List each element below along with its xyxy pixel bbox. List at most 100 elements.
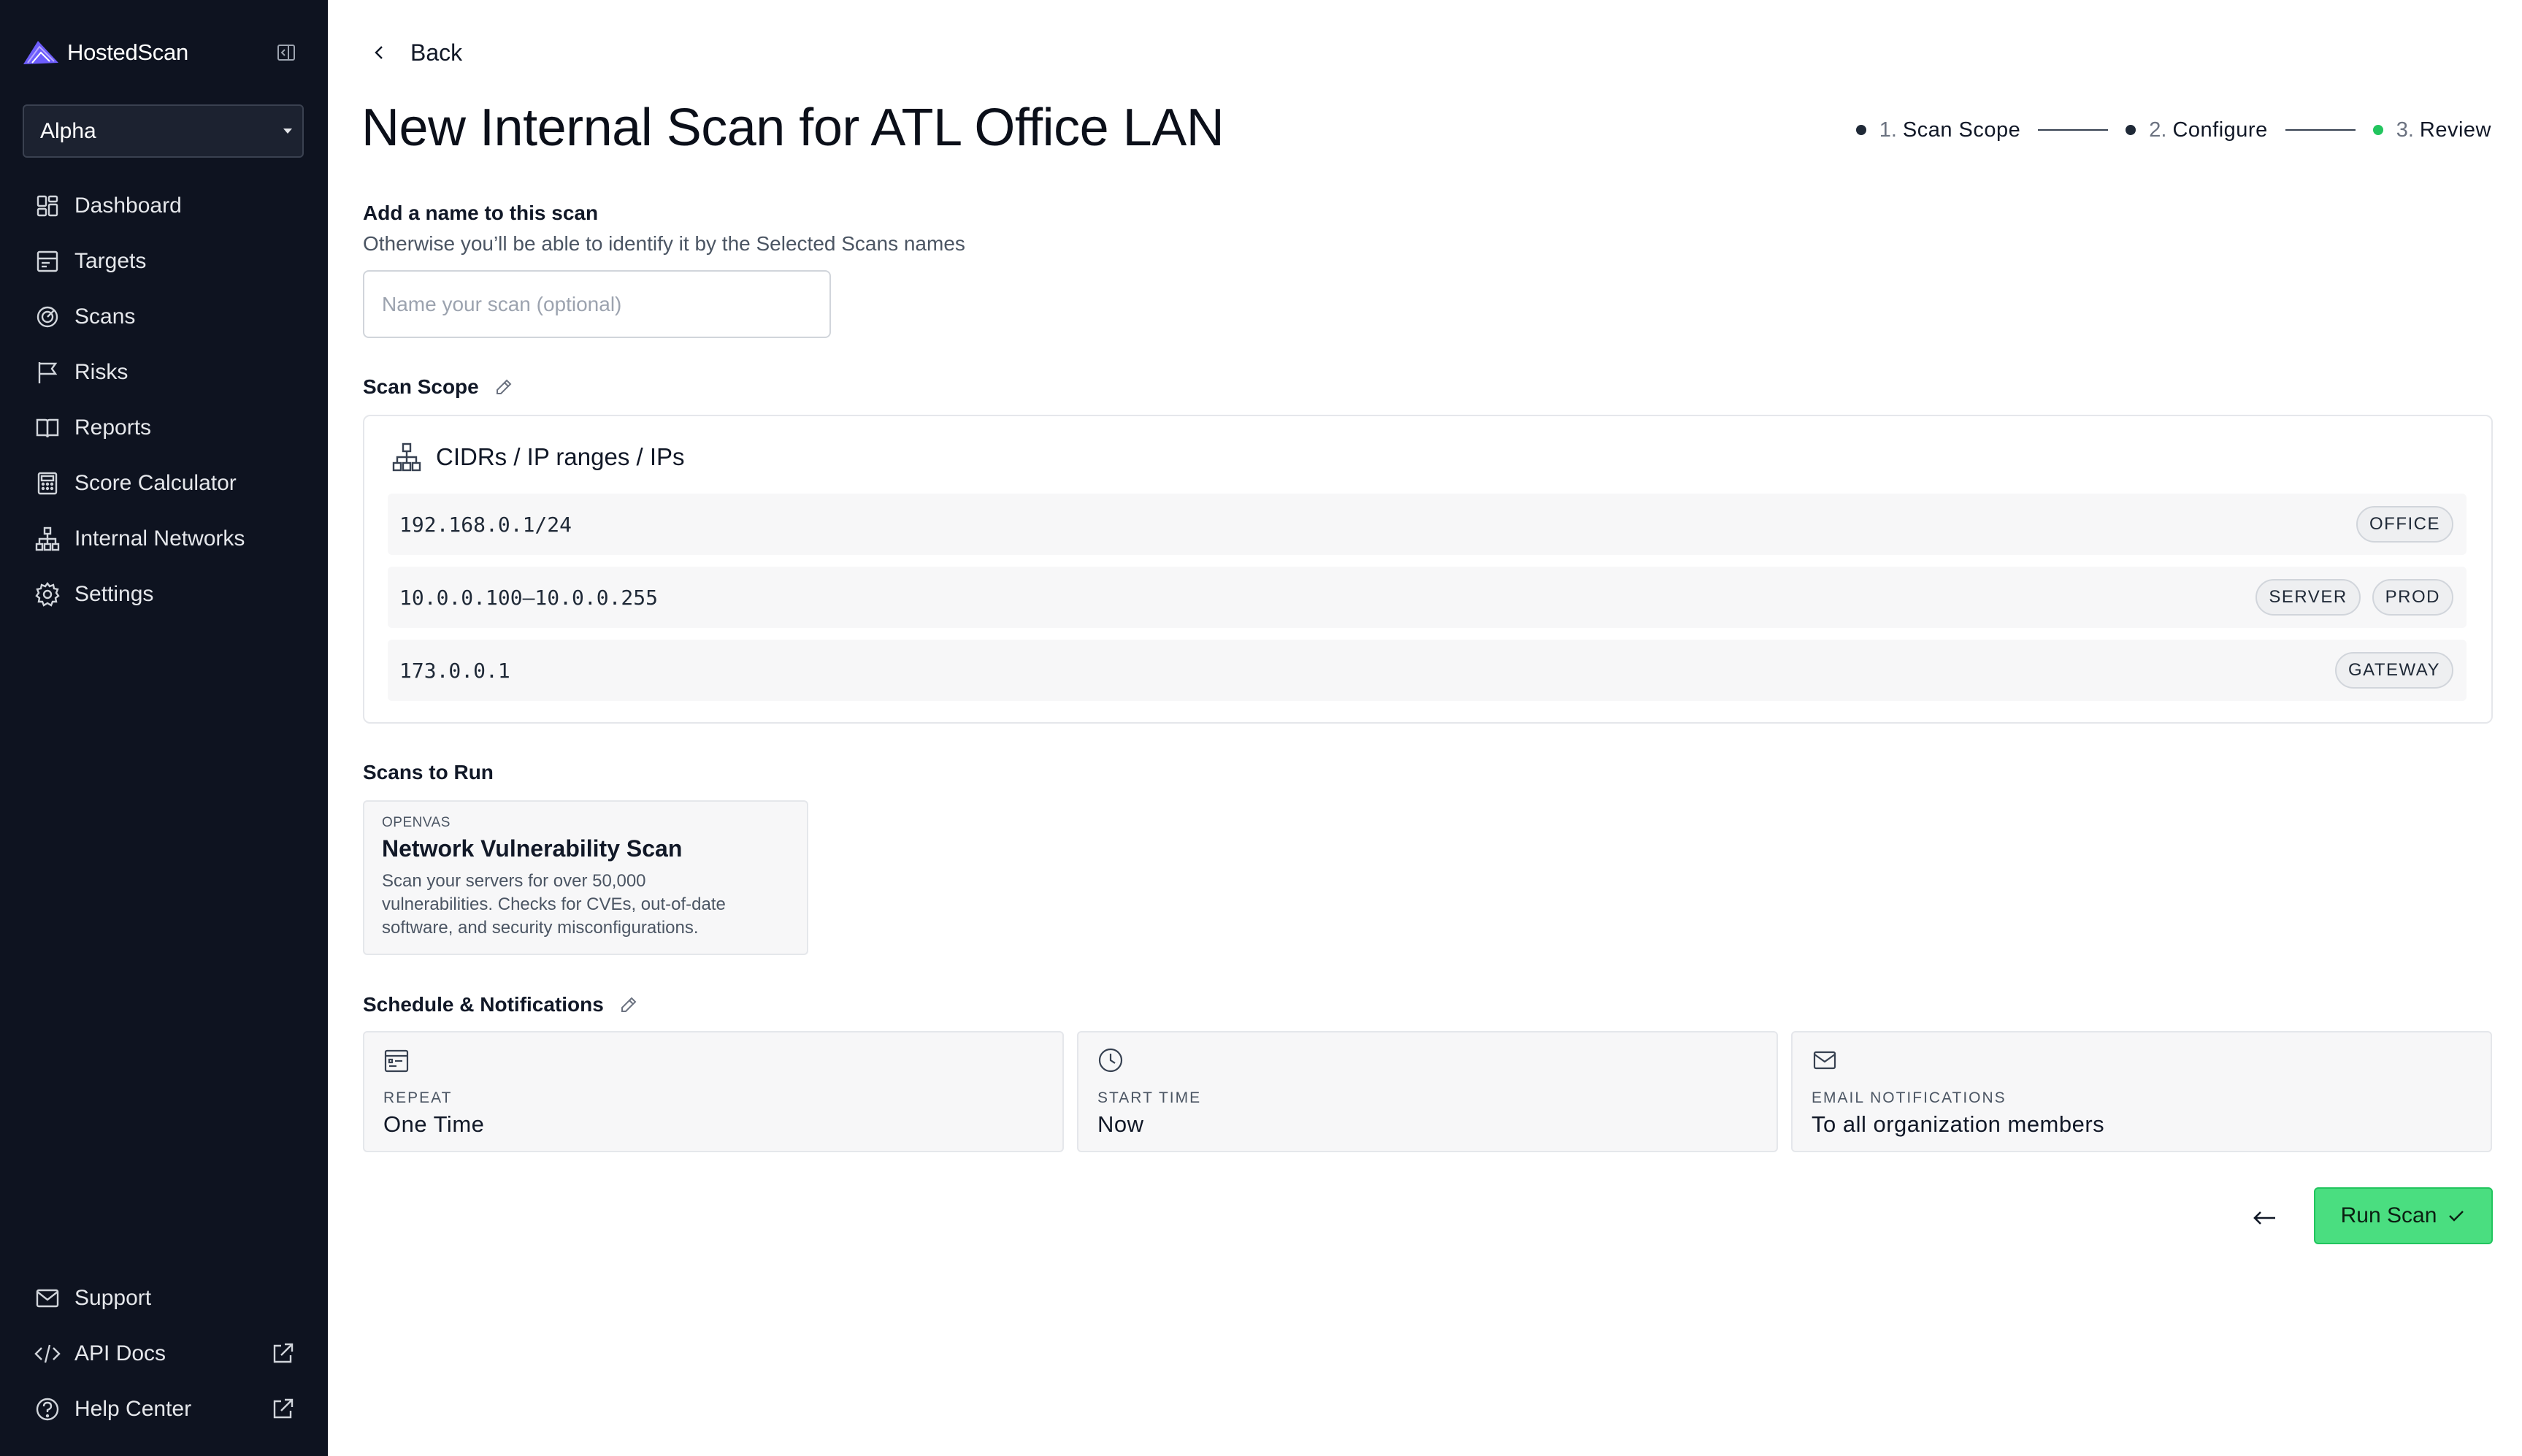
dashboard-icon <box>37 195 58 217</box>
scan-card-desc-line: Scan your servers for over 50,000 <box>382 871 646 891</box>
sidebar-item-scans[interactable]: Scans <box>34 289 245 345</box>
external-link-icon <box>273 1398 294 1419</box>
sidebar-item-help-center[interactable]: Help Center <box>34 1382 296 1437</box>
scope-tag: PROD <box>2372 579 2453 616</box>
sidebar-item-label: Dashboard <box>74 194 182 218</box>
book-icon <box>36 418 59 438</box>
scan-card-desc-line: software, and security misconfigurations… <box>382 918 699 938</box>
gear-icon <box>35 582 60 607</box>
scan-card-description: Scan your servers for over 50,000 vulner… <box>382 870 789 940</box>
step-scan-scope[interactable]: 1. Scan Scope <box>1855 118 2021 142</box>
sidebar-bottom-nav: Support API Docs Help Center <box>34 1271 296 1437</box>
collapse-sidebar-button[interactable] <box>275 41 298 64</box>
scope-box: CIDRs / IP ranges / IPs 192.168.0.1/24 O… <box>363 415 2493 724</box>
sidebar: HostedScan Alpha Dashboard Targets Scans… <box>0 0 328 1456</box>
scan-scope-label: Scan Scope <box>363 375 479 398</box>
email-notifications-value: To all organization members <box>1812 1111 2105 1137</box>
sidebar-item-internal-networks[interactable]: Internal Networks <box>34 511 245 567</box>
scope-tags: OFFICE <box>2356 506 2453 543</box>
organization-select[interactable]: Alpha <box>23 104 304 158</box>
sidebar-item-label: Help Center <box>74 1397 192 1421</box>
scans-icon <box>37 306 58 328</box>
sidebar-item-support[interactable]: Support <box>34 1271 296 1326</box>
sidebar-item-score-calculator[interactable]: Score Calculator <box>34 456 245 511</box>
help-icon <box>36 1398 59 1421</box>
sidebar-item-label: Support <box>74 1286 152 1310</box>
schedule-heading: Schedule & Notifications <box>363 993 639 1016</box>
email-notifications-card[interactable]: EMAIL NOTIFICATIONS To all organization … <box>1791 1031 2492 1152</box>
sidebar-item-label: Settings <box>74 582 154 606</box>
hostedscan-logo-icon <box>23 41 58 64</box>
previous-step-arrow-icon[interactable] <box>2249 1202 2281 1234</box>
step-dot <box>1855 125 1866 135</box>
scan-name-label: Add a name to this scan <box>363 202 598 225</box>
sidebar-item-risks[interactable]: Risks <box>34 345 245 400</box>
run-scan-button[interactable]: Run Scan <box>2314 1187 2493 1244</box>
scope-tags: GATEWAY <box>2334 652 2453 689</box>
step-label: Configure <box>2172 118 2268 142</box>
repeat-key: REPEAT <box>383 1089 453 1106</box>
organization-select-value: Alpha <box>40 118 96 143</box>
back-link[interactable]: Back <box>369 37 462 69</box>
scope-ip: 173.0.0.1 <box>399 658 510 683</box>
edit-schedule-icon[interactable] <box>618 995 639 1015</box>
mail-icon <box>1813 1051 1836 1070</box>
step-number: 2. <box>2149 118 2167 142</box>
sidebar-item-label: Targets <box>74 249 147 273</box>
sidebar-item-label: Reports <box>74 415 152 440</box>
scope-row: 192.168.0.1/24 OFFICE <box>388 494 2467 555</box>
brand[interactable]: HostedScan <box>22 38 188 67</box>
run-scan-label: Run Scan <box>2340 1203 2437 1227</box>
start-time-value: Now <box>1097 1111 1144 1137</box>
calculator-icon <box>37 472 58 495</box>
scope-tag: SERVER <box>2255 579 2361 616</box>
step-number: 3. <box>2396 118 2414 142</box>
sidebar-nav: Dashboard Targets Scans Risks Reports Sc… <box>34 178 245 622</box>
scope-ip: 192.168.0.1/24 <box>399 512 572 537</box>
flag-icon <box>38 362 58 383</box>
caret-down-icon <box>283 129 292 134</box>
scope-tags: SERVER PROD <box>2255 579 2453 616</box>
network-icon <box>35 526 60 551</box>
email-notifications-key: EMAIL NOTIFICATIONS <box>1812 1089 2007 1106</box>
mail-icon <box>36 1289 59 1308</box>
scan-card-kicker: OPENVAS <box>382 815 451 830</box>
step-dot-current <box>2372 125 2383 135</box>
scope-row: 173.0.0.1 GATEWAY <box>388 640 2467 701</box>
clock-icon <box>1098 1048 1123 1073</box>
sidebar-item-label: Risks <box>74 360 129 384</box>
calendar-icon <box>384 1049 409 1073</box>
edit-scope-icon[interactable] <box>494 377 514 397</box>
step-number: 1. <box>1879 118 1897 142</box>
step-label: Review <box>2419 118 2491 142</box>
step-connector <box>2285 129 2356 131</box>
back-label: Back <box>410 39 463 66</box>
step-review[interactable]: 3. Review <box>2372 118 2491 142</box>
sidebar-item-label: Internal Networks <box>74 526 245 551</box>
scope-tag: GATEWAY <box>2334 652 2453 689</box>
sidebar-item-targets[interactable]: Targets <box>34 234 245 289</box>
sidebar-item-label: Scans <box>74 304 136 329</box>
scope-tag: OFFICE <box>2356 506 2453 543</box>
external-link-icon <box>273 1343 294 1363</box>
check-icon <box>2449 1211 2464 1222</box>
sidebar-item-reports[interactable]: Reports <box>34 400 245 456</box>
sidebar-item-settings[interactable]: Settings <box>34 567 245 622</box>
scan-name-label-text: Add a name to this scan <box>363 202 599 224</box>
sidebar-item-api-docs[interactable]: API Docs <box>34 1326 296 1382</box>
targets-icon <box>37 250 58 272</box>
start-time-card[interactable]: START TIME Now <box>1077 1031 1778 1152</box>
scan-card-openvas[interactable]: OPENVAS Network Vulnerability Scan Scan … <box>363 800 808 955</box>
scope-box-header: CIDRs / IP ranges / IPs <box>391 441 685 473</box>
scope-box-title: CIDRs / IP ranges / IPs <box>436 443 685 470</box>
sidebar-item-dashboard[interactable]: Dashboard <box>34 178 245 234</box>
stepper: 1. Scan Scope 2. Configure 3. Review <box>1855 115 2491 145</box>
step-label: Scan Scope <box>1902 118 2021 142</box>
step-configure[interactable]: 2. Configure <box>2126 118 2267 142</box>
scan-name-input[interactable] <box>363 270 831 338</box>
scan-scope-heading: Scan Scope <box>363 375 514 399</box>
sidebar-item-label: API Docs <box>74 1341 166 1365</box>
scan-name-help: Otherwise you’ll be able to identify it … <box>363 232 965 255</box>
repeat-card[interactable]: REPEAT One Time <box>363 1031 1064 1152</box>
sidebar-item-label: Score Calculator <box>74 471 237 495</box>
